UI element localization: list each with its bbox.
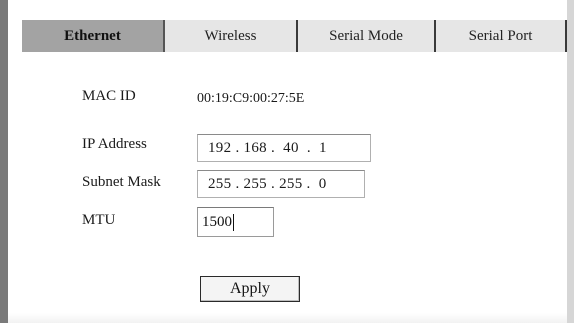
apply-button[interactable]: Apply <box>200 276 300 302</box>
subnet-mask-field[interactable]: 255 . 255 . 255 . 0 <box>197 170 365 198</box>
ip-address-field[interactable]: 192 . 168 . 40 . 1 <box>197 134 371 162</box>
ip-address-label: IP Address <box>82 136 147 152</box>
bottom-edge <box>8 313 567 323</box>
mac-id-value: 00:19:C9:00:27:5E <box>197 91 305 106</box>
mtu-label: MTU <box>82 212 116 228</box>
mac-id-label: MAC ID <box>82 88 136 104</box>
mtu-input[interactable]: 1500 <box>197 207 274 237</box>
subnet-mask-label: Subnet Mask <box>82 174 161 190</box>
ethernet-form: MAC ID 00:19:C9:00:27:5E IP Address 192 … <box>0 0 574 323</box>
text-caret <box>233 213 234 231</box>
ethernet-settings-panel: Ethernet Wireless Serial Mode Serial Por… <box>0 0 574 323</box>
mtu-value: 1500 <box>202 213 232 230</box>
